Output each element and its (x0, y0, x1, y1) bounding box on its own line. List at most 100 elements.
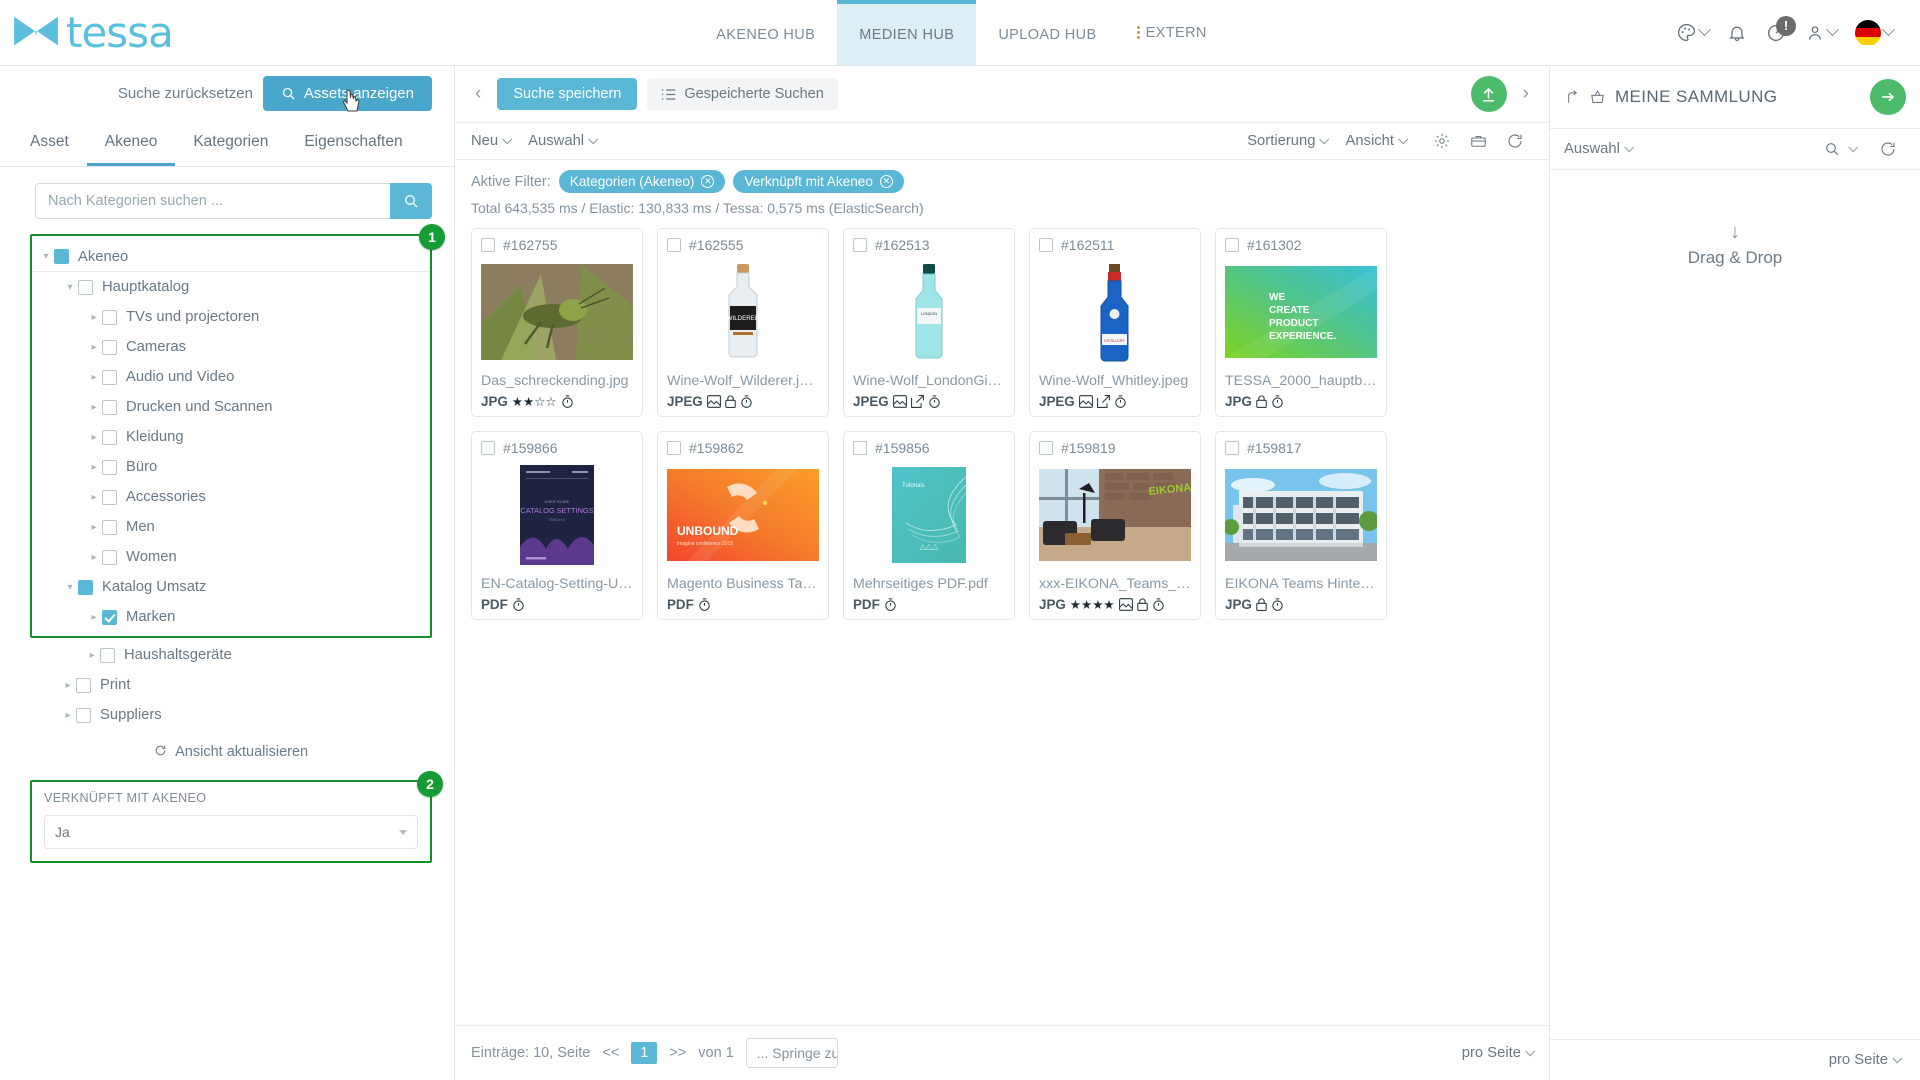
asset-checkbox[interactable] (1225, 441, 1239, 455)
asset-card[interactable]: #159862 UNBOUND imagine conference 2015 Mag… (657, 431, 829, 620)
asset-card[interactable]: #162513 LONDON Wine-Wolf_LondonGin.j... JPE… (843, 228, 1015, 417)
collapse-left-icon[interactable]: ‹ (469, 83, 487, 105)
tree-node[interactable]: ▸ Print (30, 670, 432, 700)
chevron-right-icon[interactable]: ▸ (86, 432, 102, 443)
chevron-right-icon[interactable]: ▸ (84, 650, 100, 661)
tree-node[interactable]: ▸ Haushaltsgeräte (30, 640, 432, 670)
tree-node[interactable]: ▾ Akeneo (32, 242, 430, 272)
asset-card[interactable]: #162755 Das_schreckending.jpg JPG ★★☆☆ (471, 228, 643, 417)
asset-card[interactable]: #159819 EIKONA xxx-EIKONA_Teams_Hin... JPG ★… (1029, 431, 1201, 620)
asset-checkbox[interactable] (667, 238, 681, 252)
toolbox-button[interactable] (1460, 132, 1497, 150)
tree-node[interactable]: ▸ Kleidung (32, 422, 430, 452)
reload-button[interactable] (1497, 132, 1533, 150)
tree-node[interactable]: ▸ Drucken und Scannen (32, 392, 430, 422)
next-page-button[interactable]: >> (669, 1045, 686, 1061)
chevron-right-icon[interactable]: ▸ (86, 552, 102, 563)
chevron-right-icon[interactable]: ▸ (86, 312, 102, 323)
chevron-right-icon[interactable]: ▸ (86, 462, 102, 473)
asset-card[interactable]: #159866 USER GUIDE CATALOG SETTINGS TESSA 4… (471, 431, 643, 620)
chevron-down-icon[interactable]: ▾ (38, 251, 54, 262)
category-search-input[interactable] (35, 183, 390, 219)
tree-checkbox[interactable] (102, 429, 117, 445)
tree-checkbox[interactable] (102, 309, 117, 325)
saved-searches-button[interactable]: Gespeicherte Suchen (647, 78, 838, 110)
tree-node[interactable]: ▸ Cameras (32, 332, 430, 362)
logo[interactable]: tessa (0, 0, 250, 65)
tree-node[interactable]: ▸ Suppliers (30, 700, 432, 730)
language-selector[interactable] (1848, 19, 1900, 46)
page-number[interactable]: 1 (631, 1042, 658, 1064)
asset-card[interactable]: #161302 WE CREATE PRODUCT EXPERIENCE. TESSA_2… (1215, 228, 1387, 417)
sort-dropdown[interactable]: Sortierung (1247, 133, 1330, 149)
tree-checkbox[interactable] (78, 579, 93, 595)
tree-checkbox[interactable] (102, 489, 117, 505)
asset-card[interactable]: #162511 DISTILLERY Wine-Wolf_Whitley.jpeg J… (1029, 228, 1201, 417)
chevron-right-icon[interactable]: ▸ (86, 402, 102, 413)
asset-card[interactable]: #159856 Tutorials △△△ Mehrseitiges PDF.pdf P… (843, 431, 1015, 620)
collapse-right-icon[interactable]: › (1517, 83, 1535, 105)
collection-search-button[interactable] (1815, 141, 1849, 157)
asset-card[interactable]: #162555 WILDERER Wine-Wolf_Wilderer.jpeg JP… (657, 228, 829, 417)
tab-asset[interactable]: Asset (12, 121, 87, 166)
chevron-right-icon[interactable]: ▸ (86, 522, 102, 533)
collection-per-page-dropdown[interactable]: pro Seite (1829, 1052, 1903, 1068)
selection-dropdown[interactable]: Auswahl (528, 133, 599, 149)
tree-node[interactable]: ▸ TVs und projectoren (32, 302, 430, 332)
asset-card[interactable]: #159817 EIKONA Teams Hintergr... JPG (1215, 431, 1387, 620)
tree-checkbox[interactable] (102, 369, 117, 385)
tree-checkbox[interactable] (54, 249, 69, 264)
jump-to-page-input[interactable]: ... Springe zu (745, 1038, 838, 1068)
asset-checkbox[interactable] (853, 441, 867, 455)
status-button[interactable]: ! (1758, 15, 1796, 44)
filter-chip-kategorien[interactable]: Kategorien (Akeneo) ✕ (558, 170, 726, 193)
tree-node[interactable]: ▸ Büro (32, 452, 430, 482)
asset-checkbox[interactable] (667, 441, 681, 455)
filter-chip-verknuepft[interactable]: Verknüpft mit Akeneo ✕ (733, 170, 904, 193)
close-icon[interactable]: ✕ (701, 175, 715, 188)
tree-node[interactable]: ▾ Katalog Umsatz (32, 572, 430, 602)
basket-icon[interactable] (1589, 89, 1606, 106)
chevron-right-icon[interactable]: ▸ (86, 372, 102, 383)
settings-button[interactable] (1424, 132, 1460, 150)
tree-node[interactable]: ▾ Hauptkatalog (32, 272, 430, 302)
tree-checkbox[interactable] (102, 519, 117, 535)
tree-checkbox[interactable] (76, 707, 91, 723)
move-up-icon[interactable] (1564, 89, 1580, 106)
asset-checkbox[interactable] (481, 238, 495, 252)
akeneo-link-select[interactable]: Ja (44, 815, 418, 849)
tree-checkbox[interactable] (102, 399, 117, 415)
chevron-down-icon[interactable]: ▾ (62, 282, 78, 293)
asset-checkbox[interactable] (1039, 238, 1053, 252)
theme-selector[interactable] (1669, 22, 1716, 43)
tree-node[interactable]: ▸ Marken (32, 602, 430, 632)
tree-node[interactable]: ▸ Accessories (32, 482, 430, 512)
close-icon[interactable]: ✕ (879, 175, 893, 188)
hub-akeneo[interactable]: AKENEO HUB (694, 0, 837, 65)
prev-page-button[interactable]: << (602, 1045, 619, 1061)
chevron-down-icon[interactable]: ▾ (62, 582, 78, 593)
asset-checkbox[interactable] (1225, 238, 1239, 252)
hub-medien[interactable]: MEDIEN HUB (837, 0, 977, 65)
asset-checkbox[interactable] (481, 441, 495, 455)
tree-checkbox[interactable] (102, 549, 117, 565)
tree-checkbox[interactable] (102, 459, 117, 475)
chevron-right-icon[interactable]: ▸ (86, 612, 102, 623)
view-dropdown[interactable]: Ansicht (1345, 133, 1409, 149)
chevron-down-icon[interactable] (1848, 141, 1859, 152)
notifications-button[interactable] (1720, 23, 1754, 43)
rating-stars[interactable]: ★★★★ (1070, 597, 1115, 612)
chevron-right-icon[interactable]: ▸ (60, 710, 76, 721)
new-dropdown[interactable]: Neu (471, 133, 513, 149)
chevron-right-icon[interactable]: ▸ (86, 492, 102, 503)
tab-eigenschaften[interactable]: Eigenschaften (286, 121, 420, 166)
tab-akeneo[interactable]: Akeneo (86, 121, 176, 166)
upload-button[interactable] (1470, 76, 1507, 112)
reset-search-link[interactable]: Suche zurücksetzen (118, 85, 253, 102)
user-menu[interactable] (1798, 23, 1844, 43)
chevron-right-icon[interactable]: ▸ (86, 342, 102, 353)
tree-checkbox[interactable] (76, 677, 91, 693)
tab-kategorien[interactable]: Kategorien (175, 121, 286, 166)
per-page-dropdown[interactable]: pro Seite (1462, 1045, 1536, 1061)
save-search-button[interactable]: Suche speichern (497, 78, 638, 110)
